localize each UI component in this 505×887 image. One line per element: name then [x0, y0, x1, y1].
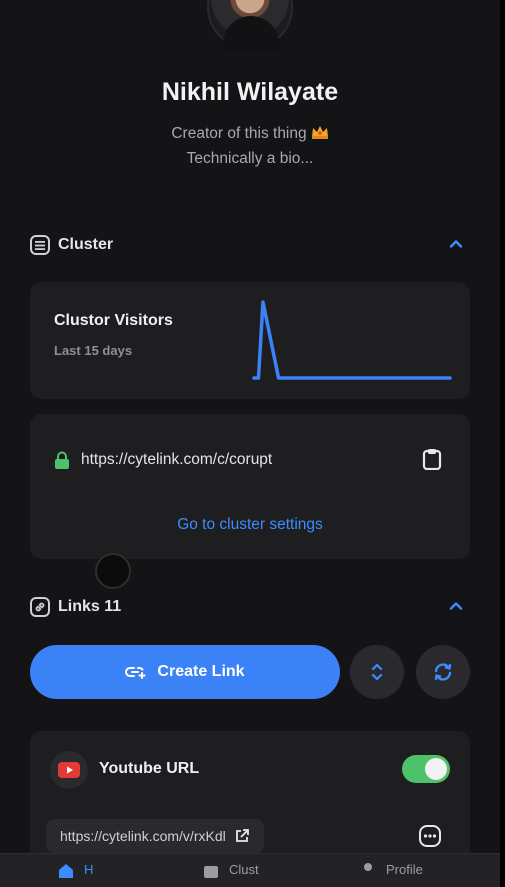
cluster-section-title: Cluster — [58, 236, 114, 253]
lock-icon — [55, 451, 69, 469]
sort-button[interactable] — [350, 645, 404, 699]
clipboard-icon[interactable] — [422, 448, 442, 470]
link-add-icon — [125, 667, 146, 679]
visitors-period: Last 15 days — [54, 343, 133, 358]
nav-profile-label: Profile — [386, 862, 423, 877]
cluster-url-card: https://cytelink.com/c/corupt Go to clus… — [30, 414, 470, 559]
visitors-title: Clustor Visitors — [54, 312, 173, 329]
avatar[interactable] — [207, 0, 293, 52]
crown-emoji-icon — [311, 126, 328, 139]
refresh-button[interactable] — [416, 645, 470, 699]
profile-name: Nikhil Wilayate — [161, 78, 339, 106]
link-icon-badge — [50, 751, 88, 789]
bio-line-2: Technically a bio... — [186, 150, 314, 167]
links-section-header[interactable]: Links 11 — [30, 595, 470, 619]
external-link-icon[interactable] — [234, 828, 250, 844]
nav-item-home[interactable]: H — [58, 862, 93, 878]
youtube-icon — [58, 762, 80, 778]
nav-home-label: H — [84, 862, 94, 877]
nav-item-cluster[interactable]: Clust — [203, 862, 259, 878]
profile-bio: Creator of this thing Technically a bio.… — [0, 121, 500, 171]
cluster-settings-link[interactable]: Go to cluster settings — [30, 516, 470, 534]
nav-cluster-label: Clust — [229, 862, 259, 877]
sort-icon — [371, 663, 383, 681]
short-link-url: https://cytelink.com/v/rxKdl — [60, 828, 226, 844]
link-title: Youtube URL — [99, 760, 200, 777]
cursor-indicator — [95, 553, 131, 589]
short-link-chip[interactable]: https://cytelink.com/v/rxKdl — [46, 819, 264, 853]
chevron-up-icon[interactable] — [448, 236, 464, 252]
link-icon — [30, 597, 50, 617]
app-panel: Nikhil Wilayate Creator of this thing Te… — [0, 0, 500, 887]
window-edge — [500, 0, 505, 887]
person-icon — [364, 863, 372, 871]
cluster-section-header[interactable]: Cluster — [30, 233, 470, 257]
visitors-sparkline-chart — [252, 300, 452, 380]
home-icon — [59, 864, 73, 878]
cluster-url[interactable]: https://cytelink.com/c/corupt — [81, 451, 272, 469]
bio-line-1: Creator of this thing — [171, 125, 307, 142]
create-link-label: Create Link — [157, 663, 245, 680]
create-link-button[interactable]: Create Link — [30, 645, 340, 699]
nav-item-profile[interactable]: Profile — [360, 862, 423, 878]
list-icon — [30, 235, 50, 255]
more-options-icon[interactable] — [418, 824, 442, 848]
refresh-icon — [434, 663, 452, 681]
link-enabled-toggle[interactable] — [402, 755, 450, 783]
bottom-nav: H Clust Profile — [0, 853, 500, 887]
visitors-series-line — [252, 300, 452, 380]
chevron-up-icon[interactable] — [448, 598, 464, 614]
chart-icon — [204, 866, 218, 878]
visitors-card[interactable]: Clustor Visitors Last 15 days — [30, 282, 470, 399]
links-section-title: Links 11 — [58, 598, 122, 615]
